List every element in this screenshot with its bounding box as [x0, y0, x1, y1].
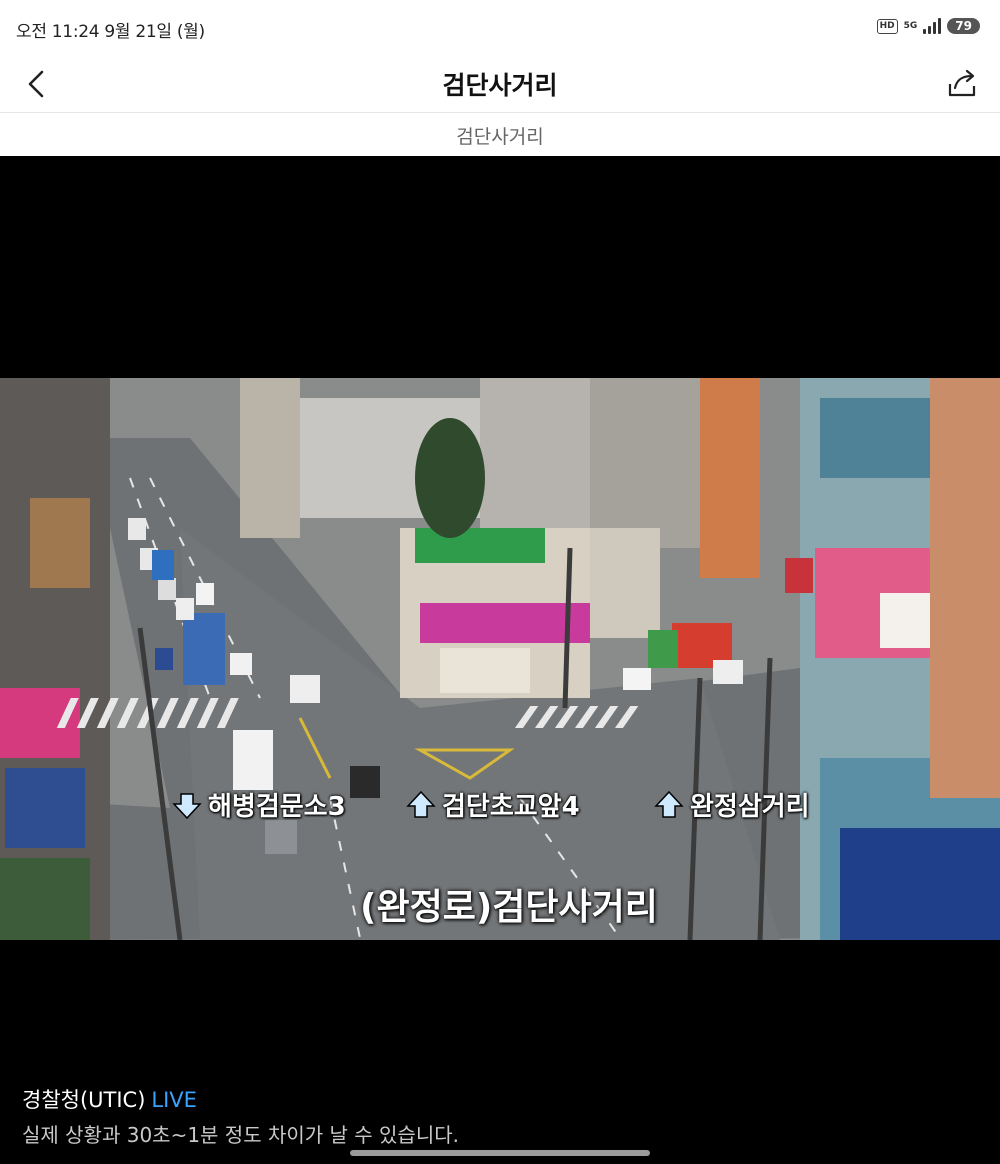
- status-icons: HD 5G 79: [876, 18, 980, 34]
- share-icon: [948, 69, 976, 97]
- hd-icon: HD: [876, 18, 898, 34]
- live-badge: LIVE: [151, 1088, 197, 1112]
- street-scene-image: [0, 378, 1000, 940]
- location-subtitle: 검단사거리: [456, 126, 544, 148]
- direction-label-2-text: 검단초교앞4: [442, 792, 580, 822]
- share-button[interactable]: [942, 64, 982, 104]
- home-indicator[interactable]: [350, 1150, 650, 1156]
- arrow-up-icon: [406, 790, 436, 818]
- status-bar: 오전 11:24 9월 21일 (월) HD 5G 79: [0, 0, 1000, 58]
- direction-label-3: 완정삼거리: [654, 786, 810, 823]
- subheader: 검단사거리: [0, 112, 1000, 156]
- direction-label-2: 검단초교앞4: [406, 786, 580, 823]
- direction-label-1-text: 해병검문소3: [208, 792, 346, 822]
- signal-icon: [923, 18, 942, 34]
- status-time-date: 오전 11:24 9월 21일 (월): [16, 22, 205, 42]
- video-player[interactable]: 해병검문소3 검단초교앞4 완정삼거리 (완정로)검단사거리 경찰청(UTIC)…: [0, 156, 1000, 1164]
- source-line: 경찰청(UTIC) LIVE: [22, 1084, 197, 1114]
- battery-icon: 79: [947, 18, 980, 34]
- 5g-icon: 5G: [903, 21, 918, 31]
- camera-name-overlay: (완정로)검단사거리: [360, 887, 658, 928]
- arrow-up-icon: [654, 790, 684, 818]
- arrow-down-icon: [172, 792, 202, 819]
- direction-label-1: 해병검문소3: [172, 786, 346, 823]
- delay-disclaimer: 실제 상황과 30초~1분 정도 차이가 날 수 있습니다.: [22, 1123, 459, 1147]
- app-header: 검단사거리: [0, 58, 1000, 112]
- cctv-video-frame[interactable]: 해병검문소3 검단초교앞4 완정삼거리 (완정로)검단사거리: [0, 378, 1000, 940]
- page-title: 검단사거리: [442, 71, 558, 100]
- direction-label-3-text: 완정삼거리: [690, 792, 810, 822]
- source-name: 경찰청(UTIC): [22, 1088, 146, 1112]
